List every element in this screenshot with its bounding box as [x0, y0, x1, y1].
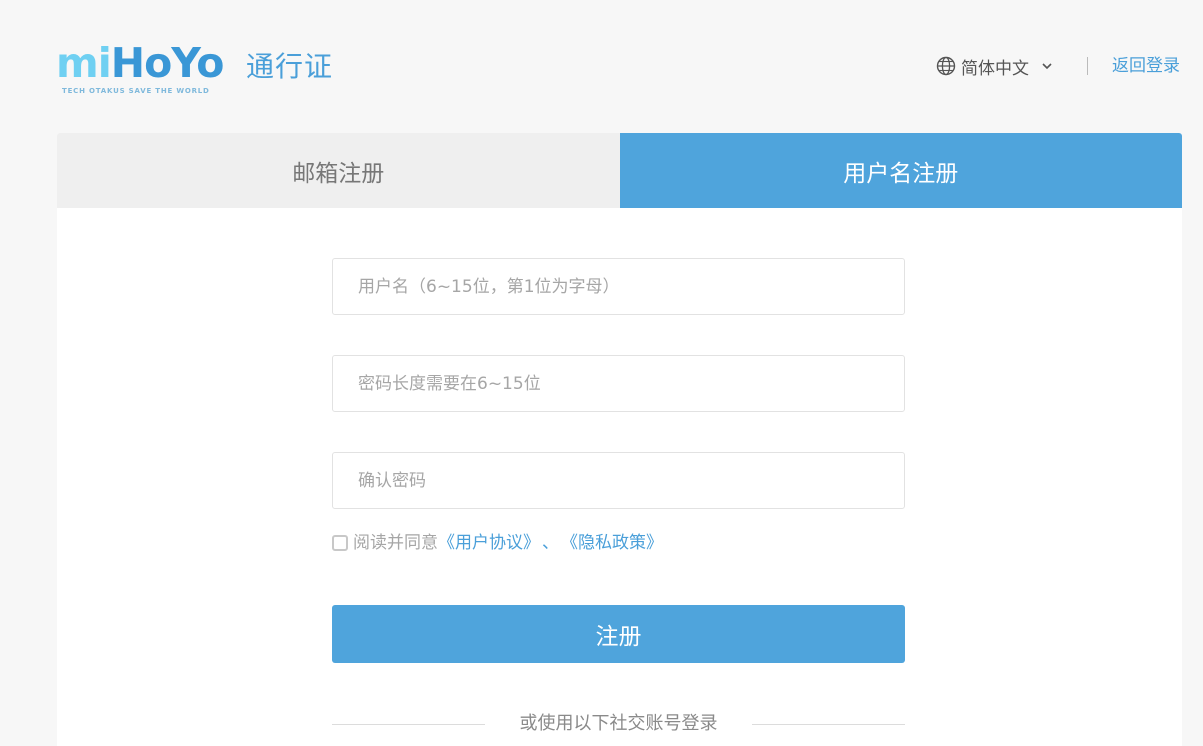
header: miHoYo TECH OTAKUS SAVE THE WORLD 通行证 简体…	[0, 0, 1203, 133]
chevron-down-icon	[1042, 63, 1052, 70]
register-card: 邮箱注册 用户名注册 阅读并同意 《用户协议》 、 《隐私政策》 注册 或使用以…	[57, 133, 1182, 746]
tab-username-register[interactable]: 用户名注册	[619, 133, 1182, 208]
confirm-password-input[interactable]	[333, 453, 904, 508]
password-input[interactable]	[333, 356, 904, 411]
language-label: 简体中文	[961, 58, 1029, 79]
divider-line-right	[752, 724, 905, 725]
privacy-policy-link[interactable]: 《隐私政策》	[561, 531, 663, 555]
agree-label: 阅读并同意	[353, 533, 438, 553]
back-to-login-link[interactable]: 返回登录	[1112, 54, 1180, 78]
agree-checkbox[interactable]	[332, 535, 348, 551]
confirm-password-field	[332, 452, 905, 509]
username-input[interactable]	[333, 259, 904, 314]
password-field	[332, 355, 905, 412]
agreement-row: 阅读并同意 《用户协议》 、 《隐私政策》	[332, 531, 663, 555]
agreement-separator: 、	[542, 533, 559, 553]
register-button[interactable]: 注册	[332, 605, 905, 663]
username-field	[332, 258, 905, 315]
logo-wordmark: miHoYo	[56, 39, 224, 87]
globe-icon	[936, 56, 956, 76]
user-agreement-link[interactable]: 《用户协议》	[438, 531, 540, 555]
header-divider	[1087, 57, 1088, 75]
mihoyo-logo[interactable]: miHoYo TECH OTAKUS SAVE THE WORLD	[56, 38, 224, 98]
register-tabs: 邮箱注册 用户名注册	[57, 133, 1182, 208]
page: miHoYo TECH OTAKUS SAVE THE WORLD 通行证 简体…	[0, 0, 1203, 746]
social-login-divider: 或使用以下社交账号登录	[332, 711, 905, 737]
logo-tagline: TECH OTAKUS SAVE THE WORLD	[62, 87, 210, 95]
tab-email-register[interactable]: 邮箱注册	[57, 133, 620, 208]
language-selector[interactable]: 简体中文	[936, 54, 1053, 79]
page-title: 通行证	[246, 50, 334, 83]
